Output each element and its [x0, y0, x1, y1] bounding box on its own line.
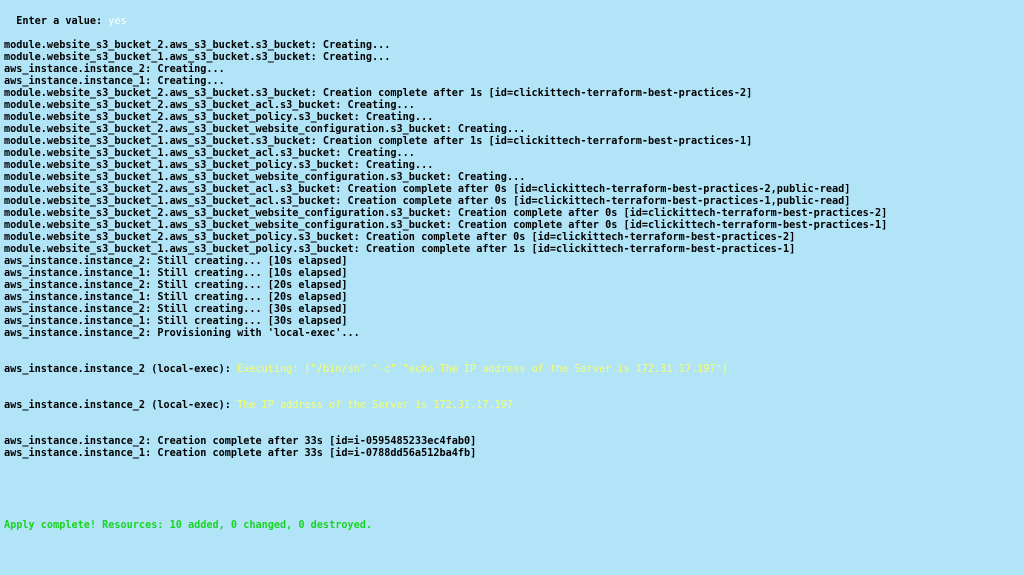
log-line: module.website_s3_bucket_2.aws_s3_bucket…	[4, 112, 1020, 124]
log-line: module.website_s3_bucket_2.aws_s3_bucket…	[4, 88, 1020, 100]
local-exec-prefix-1: aws_instance.instance_2 (local-exec):	[4, 364, 237, 375]
apply-summary: Apply complete! Resources: 10 added, 0 c…	[4, 520, 1020, 532]
completion-lines: aws_instance.instance_2: Creation comple…	[4, 436, 1020, 460]
log-line: module.website_s3_bucket_2.aws_s3_bucket…	[4, 208, 1020, 220]
log-line: module.website_s3_bucket_1.aws_s3_bucket…	[4, 244, 1020, 256]
log-line: module.website_s3_bucket_1.aws_s3_bucket…	[4, 172, 1020, 184]
completion-line: aws_instance.instance_2: Creation comple…	[4, 436, 1020, 448]
log-line: module.website_s3_bucket_2.aws_s3_bucket…	[4, 184, 1020, 196]
log-line: aws_instance.instance_2: Still creating.…	[4, 304, 1020, 316]
input-prompt-value: yes	[108, 16, 126, 27]
log-line: module.website_s3_bucket_2.aws_s3_bucket…	[4, 232, 1020, 244]
input-prompt-label: Enter a value:	[16, 16, 108, 27]
log-lines: module.website_s3_bucket_2.aws_s3_bucket…	[4, 40, 1020, 340]
log-line: aws_instance.instance_2: Creating...	[4, 64, 1020, 76]
log-line: aws_instance.instance_2: Still creating.…	[4, 256, 1020, 268]
local-exec-cmd: Executing: ["/bin/sh" "-c" "echo The IP …	[237, 364, 728, 375]
log-line: module.website_s3_bucket_2.aws_s3_bucket…	[4, 124, 1020, 136]
log-line: aws_instance.instance_1: Still creating.…	[4, 292, 1020, 304]
terminal-output[interactable]: Enter a value: yes module.website_s3_buc…	[0, 0, 1024, 575]
log-line: module.website_s3_bucket_2.aws_s3_bucket…	[4, 100, 1020, 112]
log-line: module.website_s3_bucket_1.aws_s3_bucket…	[4, 220, 1020, 232]
log-line: module.website_s3_bucket_2.aws_s3_bucket…	[4, 40, 1020, 52]
log-line: aws_instance.instance_1: Still creating.…	[4, 316, 1020, 328]
log-line: aws_instance.instance_2: Still creating.…	[4, 280, 1020, 292]
local-exec-output: The IP address of the Server is 172.31.1…	[237, 400, 513, 411]
local-exec-prefix-2: aws_instance.instance_2 (local-exec):	[4, 400, 237, 411]
log-line: aws_instance.instance_1: Creating...	[4, 76, 1020, 88]
log-line: module.website_s3_bucket_1.aws_s3_bucket…	[4, 196, 1020, 208]
log-line: aws_instance.instance_1: Still creating.…	[4, 268, 1020, 280]
log-line: module.website_s3_bucket_1.aws_s3_bucket…	[4, 52, 1020, 64]
log-line: module.website_s3_bucket_1.aws_s3_bucket…	[4, 148, 1020, 160]
completion-line: aws_instance.instance_1: Creation comple…	[4, 448, 1020, 460]
log-line: module.website_s3_bucket_1.aws_s3_bucket…	[4, 160, 1020, 172]
log-line: module.website_s3_bucket_1.aws_s3_bucket…	[4, 136, 1020, 148]
log-line: aws_instance.instance_2: Provisioning wi…	[4, 328, 1020, 340]
